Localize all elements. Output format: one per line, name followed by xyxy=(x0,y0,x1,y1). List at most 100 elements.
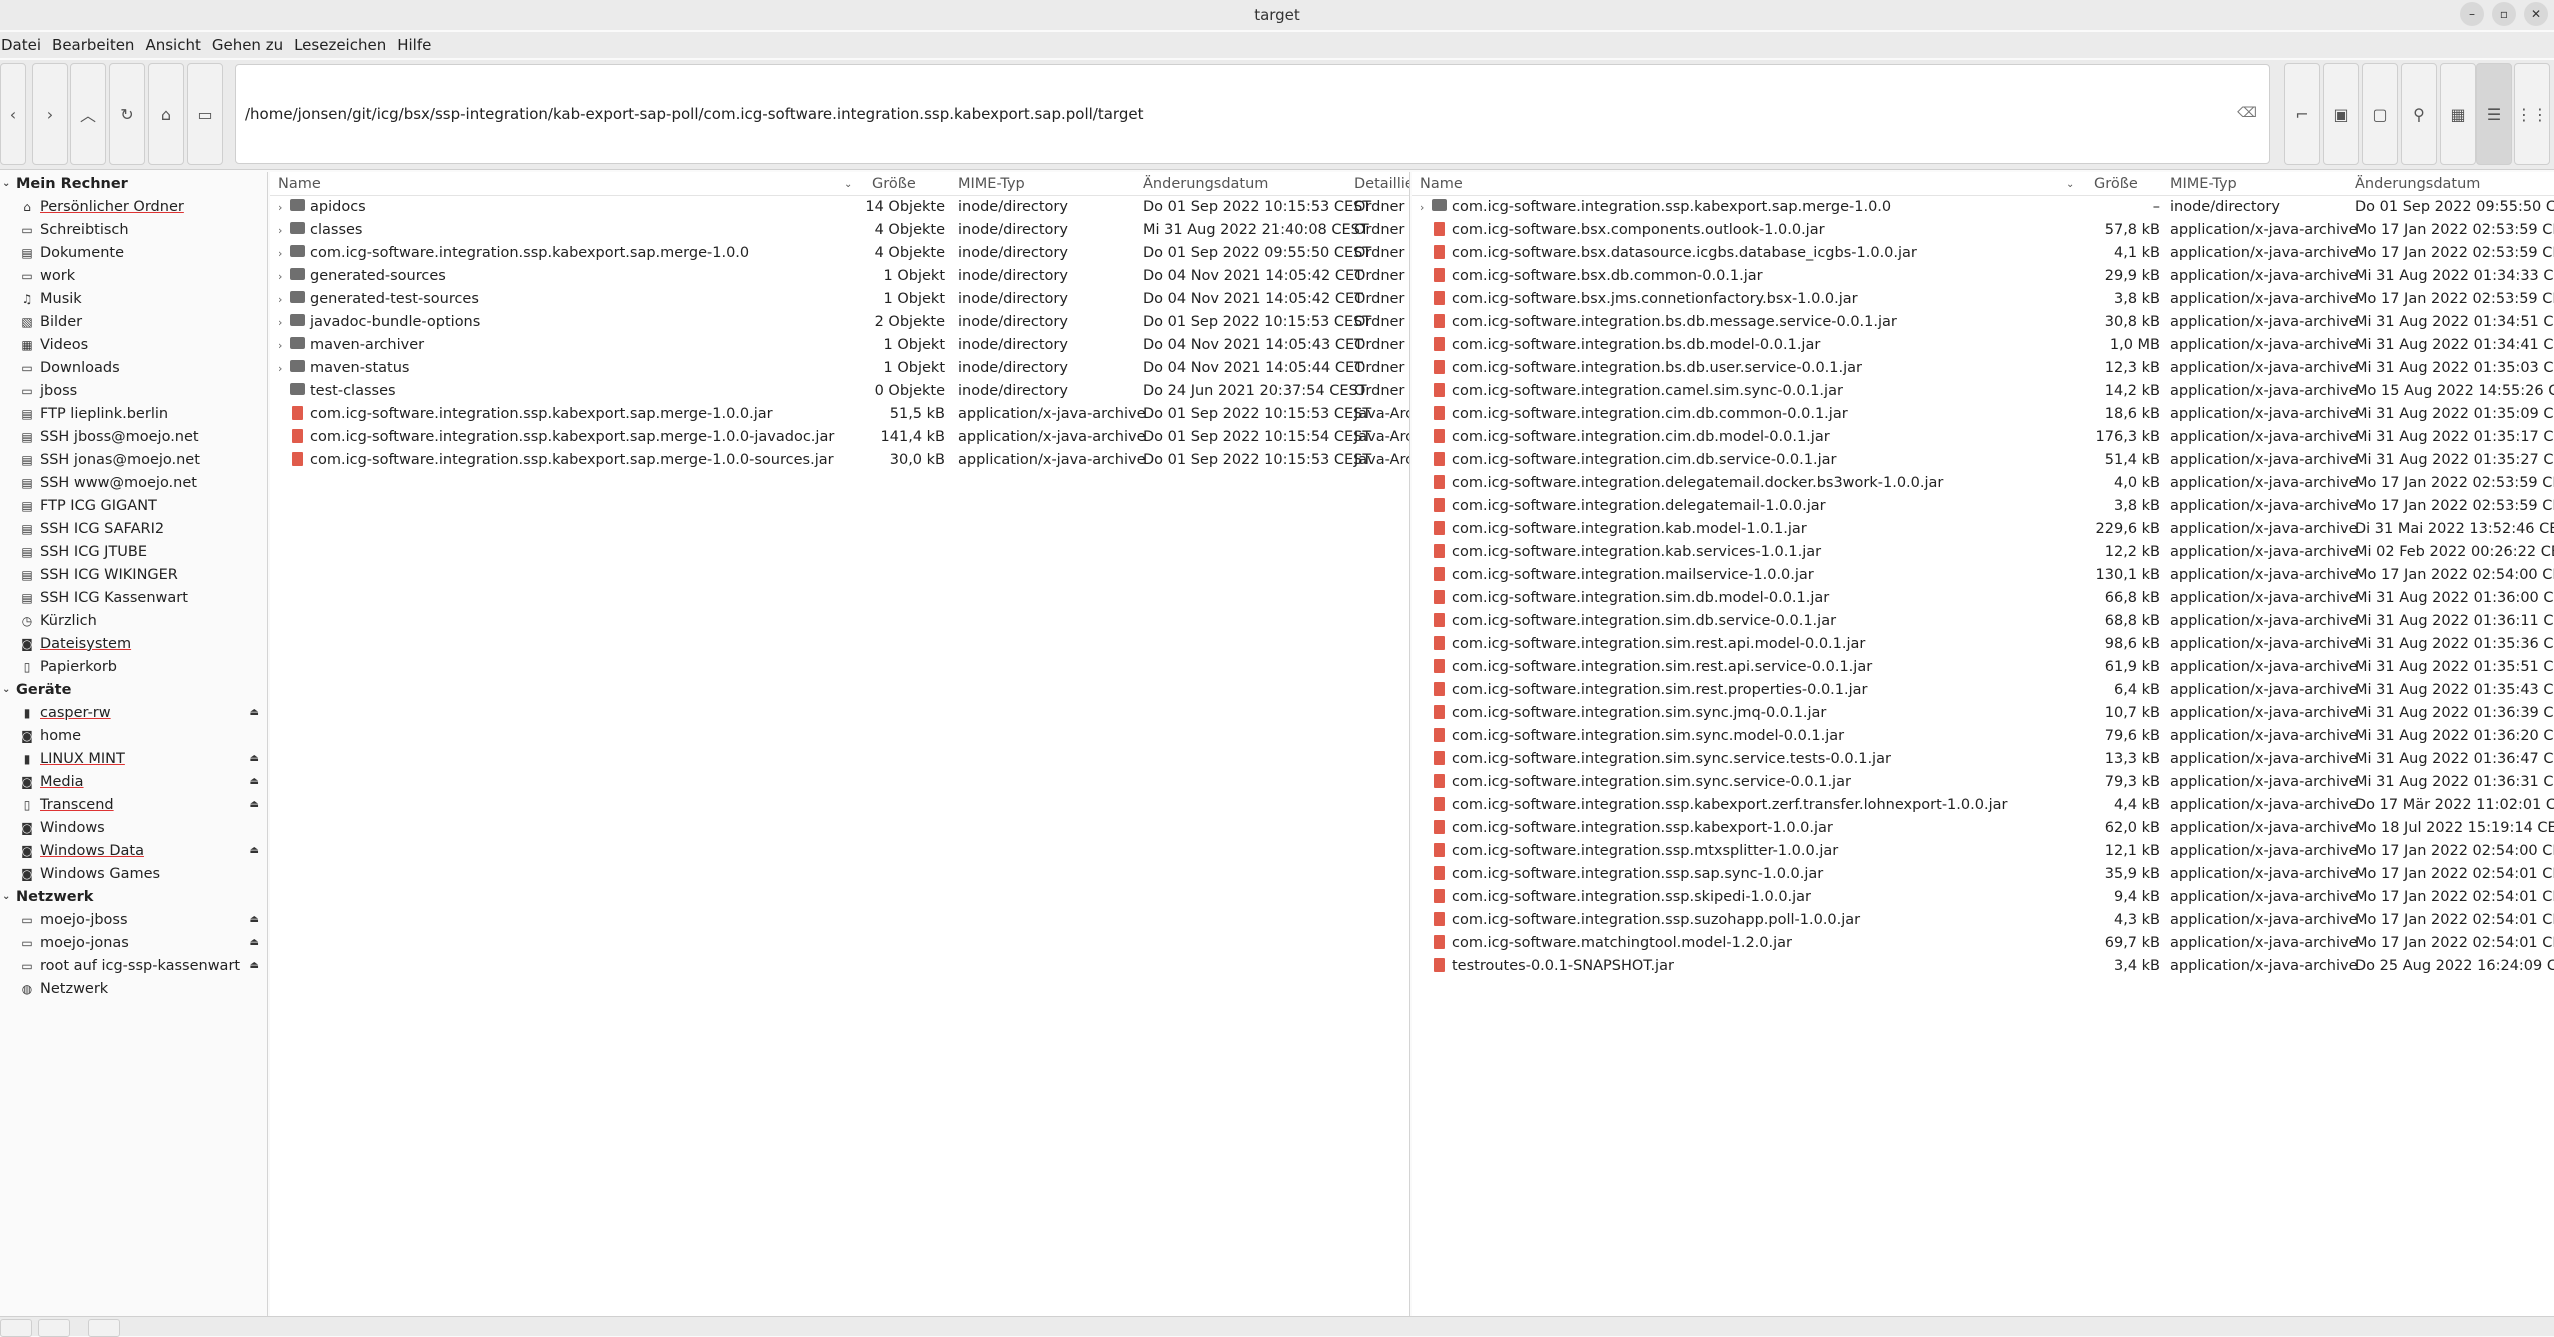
file-row[interactable]: com.icg-software.integration.sim.sync.se… xyxy=(1412,748,2554,771)
file-row[interactable]: › apidocs 14 Objekte inode/directory Do 01 S… xyxy=(270,196,1409,219)
sidebar-item[interactable]: ▤ SSH ICG SAFARI2 xyxy=(0,517,267,540)
sidebar-item[interactable]: ◙ Windows xyxy=(0,816,267,839)
file-row[interactable]: com.icg-software.bsx.db.common-0.0.1.jar… xyxy=(1412,265,2554,288)
file-row[interactable]: › com.icg-software.integration.ssp.kabexp… xyxy=(1412,196,2554,219)
file-row[interactable]: › com.icg-software.integration.ssp.kabexp… xyxy=(270,242,1409,265)
menu-datei[interactable]: Datei xyxy=(0,36,52,54)
file-row[interactable]: com.icg-software.integration.sim.rest.ap… xyxy=(1412,656,2554,679)
file-row[interactable]: com.icg-software.integration.sim.sync.mo… xyxy=(1412,725,2554,748)
eject-icon[interactable]: ⏏ xyxy=(250,753,259,764)
sidebar-item[interactable]: ▮ casper-rw ⏏ xyxy=(0,701,267,724)
new-folder-button[interactable]: ▢ xyxy=(2362,63,2398,165)
col-size[interactable]: Größe xyxy=(872,176,916,192)
file-row[interactable]: com.icg-software.integration.sim.sync.se… xyxy=(1412,771,2554,794)
sidebar-section-header[interactable]: ⌄ Mein Rechner xyxy=(0,172,267,195)
file-row[interactable]: › generated-test-sources 1 Objekt inode/dir… xyxy=(270,288,1409,311)
file-row[interactable]: com.icg-software.integration.sim.sync.jm… xyxy=(1412,702,2554,725)
file-row[interactable]: com.icg-software.integration.ssp.kabexpo… xyxy=(1412,794,2554,817)
file-row[interactable]: com.icg-software.integration.bs.db.messa… xyxy=(1412,311,2554,334)
eject-icon[interactable]: ⏏ xyxy=(250,799,259,810)
sidebar-section-header[interactable]: ⌄ Geräte xyxy=(0,678,267,701)
close-icon[interactable]: ✕ xyxy=(2524,2,2548,26)
file-row[interactable]: com.icg-software.integration.ssp.kabexpo… xyxy=(270,426,1409,449)
file-row[interactable]: › javadoc-bundle-options 2 Objekte inode/di… xyxy=(270,311,1409,334)
file-row[interactable]: com.icg-software.integration.cim.db.comm… xyxy=(1412,403,2554,426)
col-mime[interactable]: MIME-Typ xyxy=(2170,176,2237,192)
eject-icon[interactable]: ⏏ xyxy=(250,937,259,948)
sidebar-item[interactable]: ◙ Windows Games xyxy=(0,862,267,885)
file-row[interactable]: › classes 4 Objekte inode/directory Mi 31 Au… xyxy=(270,219,1409,242)
col-mime[interactable]: MIME-Typ xyxy=(958,176,1025,192)
file-row[interactable]: com.icg-software.bsx.jms.connetionfactor… xyxy=(1412,288,2554,311)
file-row[interactable]: com.icg-software.integration.sim.rest.ap… xyxy=(1412,633,2554,656)
sidebar-item[interactable]: ▤ SSH www@moejo.net xyxy=(0,471,267,494)
sidebar-item[interactable]: ♫ Musik xyxy=(0,287,267,310)
file-row[interactable]: com.icg-software.integration.kab.model-1… xyxy=(1412,518,2554,541)
file-row[interactable]: com.icg-software.integration.delegatemai… xyxy=(1412,472,2554,495)
sidebar-item[interactable]: ▭ Schreibtisch xyxy=(0,218,267,241)
sidebar-item[interactable]: ▭ moejo-jonas ⏏ xyxy=(0,931,267,954)
file-row[interactable]: com.icg-software.integration.ssp.kabexpo… xyxy=(270,403,1409,426)
forward-button[interactable]: › xyxy=(32,63,68,165)
computer-button[interactable]: ▭ xyxy=(187,63,223,165)
menu-lesezeichen[interactable]: Lesezeichen xyxy=(294,36,397,54)
expander-icon[interactable]: › xyxy=(278,339,282,352)
chevron-down-icon[interactable]: ⌄ xyxy=(2,684,16,695)
location-bar[interactable]: /home/jonsen/git/icg/bsx/ssp-integration… xyxy=(235,64,2270,164)
terminal-button[interactable]: ▣ xyxy=(2323,63,2359,165)
file-row[interactable]: com.icg-software.bsx.components.outlook-… xyxy=(1412,219,2554,242)
sidebar-item[interactable]: ▧ Bilder xyxy=(0,310,267,333)
expander-icon[interactable]: › xyxy=(278,316,282,329)
chevron-down-icon[interactable]: ⌄ xyxy=(2,178,16,189)
sidebar-item[interactable]: ◙ Dateisystem xyxy=(0,632,267,655)
minimize-icon[interactable]: – xyxy=(2460,2,2484,26)
clear-icon[interactable]: ⌫ xyxy=(2237,105,2257,121)
sidebar-section-header[interactable]: ⌄ Netzwerk xyxy=(0,885,267,908)
file-row[interactable]: › generated-sources 1 Objekt inode/director… xyxy=(270,265,1409,288)
up-button[interactable]: ︿ xyxy=(70,63,106,165)
eject-icon[interactable]: ⏏ xyxy=(250,914,259,925)
search-button[interactable]: ⚲ xyxy=(2401,63,2437,165)
file-row[interactable]: com.icg-software.integration.ssp.suzohap… xyxy=(1412,909,2554,932)
sidebar-item[interactable]: ▤ SSH ICG JTUBE xyxy=(0,540,267,563)
eject-icon[interactable]: ⏏ xyxy=(250,776,259,787)
col-name[interactable]: Name xyxy=(1420,176,1463,192)
col-detail[interactable]: Detaillie xyxy=(1354,176,1409,192)
file-row[interactable]: com.icg-software.integration.kab.service… xyxy=(1412,541,2554,564)
eject-icon[interactable]: ⏏ xyxy=(250,960,259,971)
file-row[interactable]: com.icg-software.integration.bs.db.model… xyxy=(1412,334,2554,357)
col-date[interactable]: Änderungsdatum xyxy=(1143,176,1268,192)
expander-icon[interactable]: › xyxy=(278,270,282,283)
sidebar-item[interactable]: ◍ Netzwerk xyxy=(0,977,267,1000)
sidebar-item[interactable]: ▯ Papierkorb xyxy=(0,655,267,678)
expander-icon[interactable]: › xyxy=(278,224,282,237)
expander-icon[interactable]: › xyxy=(278,247,282,260)
sidebar-item[interactable]: ◙ Windows Data ⏏ xyxy=(0,839,267,862)
list-view-button[interactable]: ☰ xyxy=(2476,63,2512,165)
sidebar-item[interactable]: ▤ SSH ICG Kassenwart xyxy=(0,586,267,609)
file-row[interactable]: com.icg-software.integration.sim.db.mode… xyxy=(1412,587,2554,610)
sort-chevron-icon[interactable]: ⌄ xyxy=(844,179,852,190)
sidebar-item[interactable]: ◙ Media ⏏ xyxy=(0,770,267,793)
sidebar-item[interactable]: ▮ LINUX MINT ⏏ xyxy=(0,747,267,770)
file-row[interactable]: › maven-status 1 Objekt inode/directory Do 0… xyxy=(270,357,1409,380)
eject-icon[interactable]: ⏏ xyxy=(250,845,259,856)
sidebar-item[interactable]: ▭ Downloads xyxy=(0,356,267,379)
menu-ansicht[interactable]: Ansicht xyxy=(145,36,211,54)
compact-view-button[interactable]: ⋮⋮ xyxy=(2514,63,2550,165)
file-row[interactable]: › maven-archiver 1 Objekt inode/directory Do… xyxy=(270,334,1409,357)
file-row[interactable]: com.icg-software.integration.delegatemai… xyxy=(1412,495,2554,518)
back-button[interactable]: ‹ xyxy=(0,63,26,165)
file-row[interactable]: com.icg-software.matchingtool.model-1.2.… xyxy=(1412,932,2554,955)
file-row[interactable]: test-classes 0 Objekte inode/directory Do 2… xyxy=(270,380,1409,403)
sidebar-item[interactable]: ▤ SSH ICG WIKINGER xyxy=(0,563,267,586)
file-row[interactable]: com.icg-software.bsx.datasource.icgbs.da… xyxy=(1412,242,2554,265)
eject-icon[interactable]: ⏏ xyxy=(250,707,259,718)
reload-button[interactable]: ↻ xyxy=(109,63,145,165)
sidebar-item[interactable]: ▭ work xyxy=(0,264,267,287)
menu-bearbeiten[interactable]: Bearbeiten xyxy=(52,36,145,54)
file-row[interactable]: com.icg-software.integration.ssp.kabexpo… xyxy=(270,449,1409,472)
file-row[interactable]: com.icg-software.integration.camel.sim.s… xyxy=(1412,380,2554,403)
toggle-location-button[interactable]: ⌐ xyxy=(2284,63,2320,165)
sidebar-item[interactable]: ▤ SSH jboss@moejo.net xyxy=(0,425,267,448)
